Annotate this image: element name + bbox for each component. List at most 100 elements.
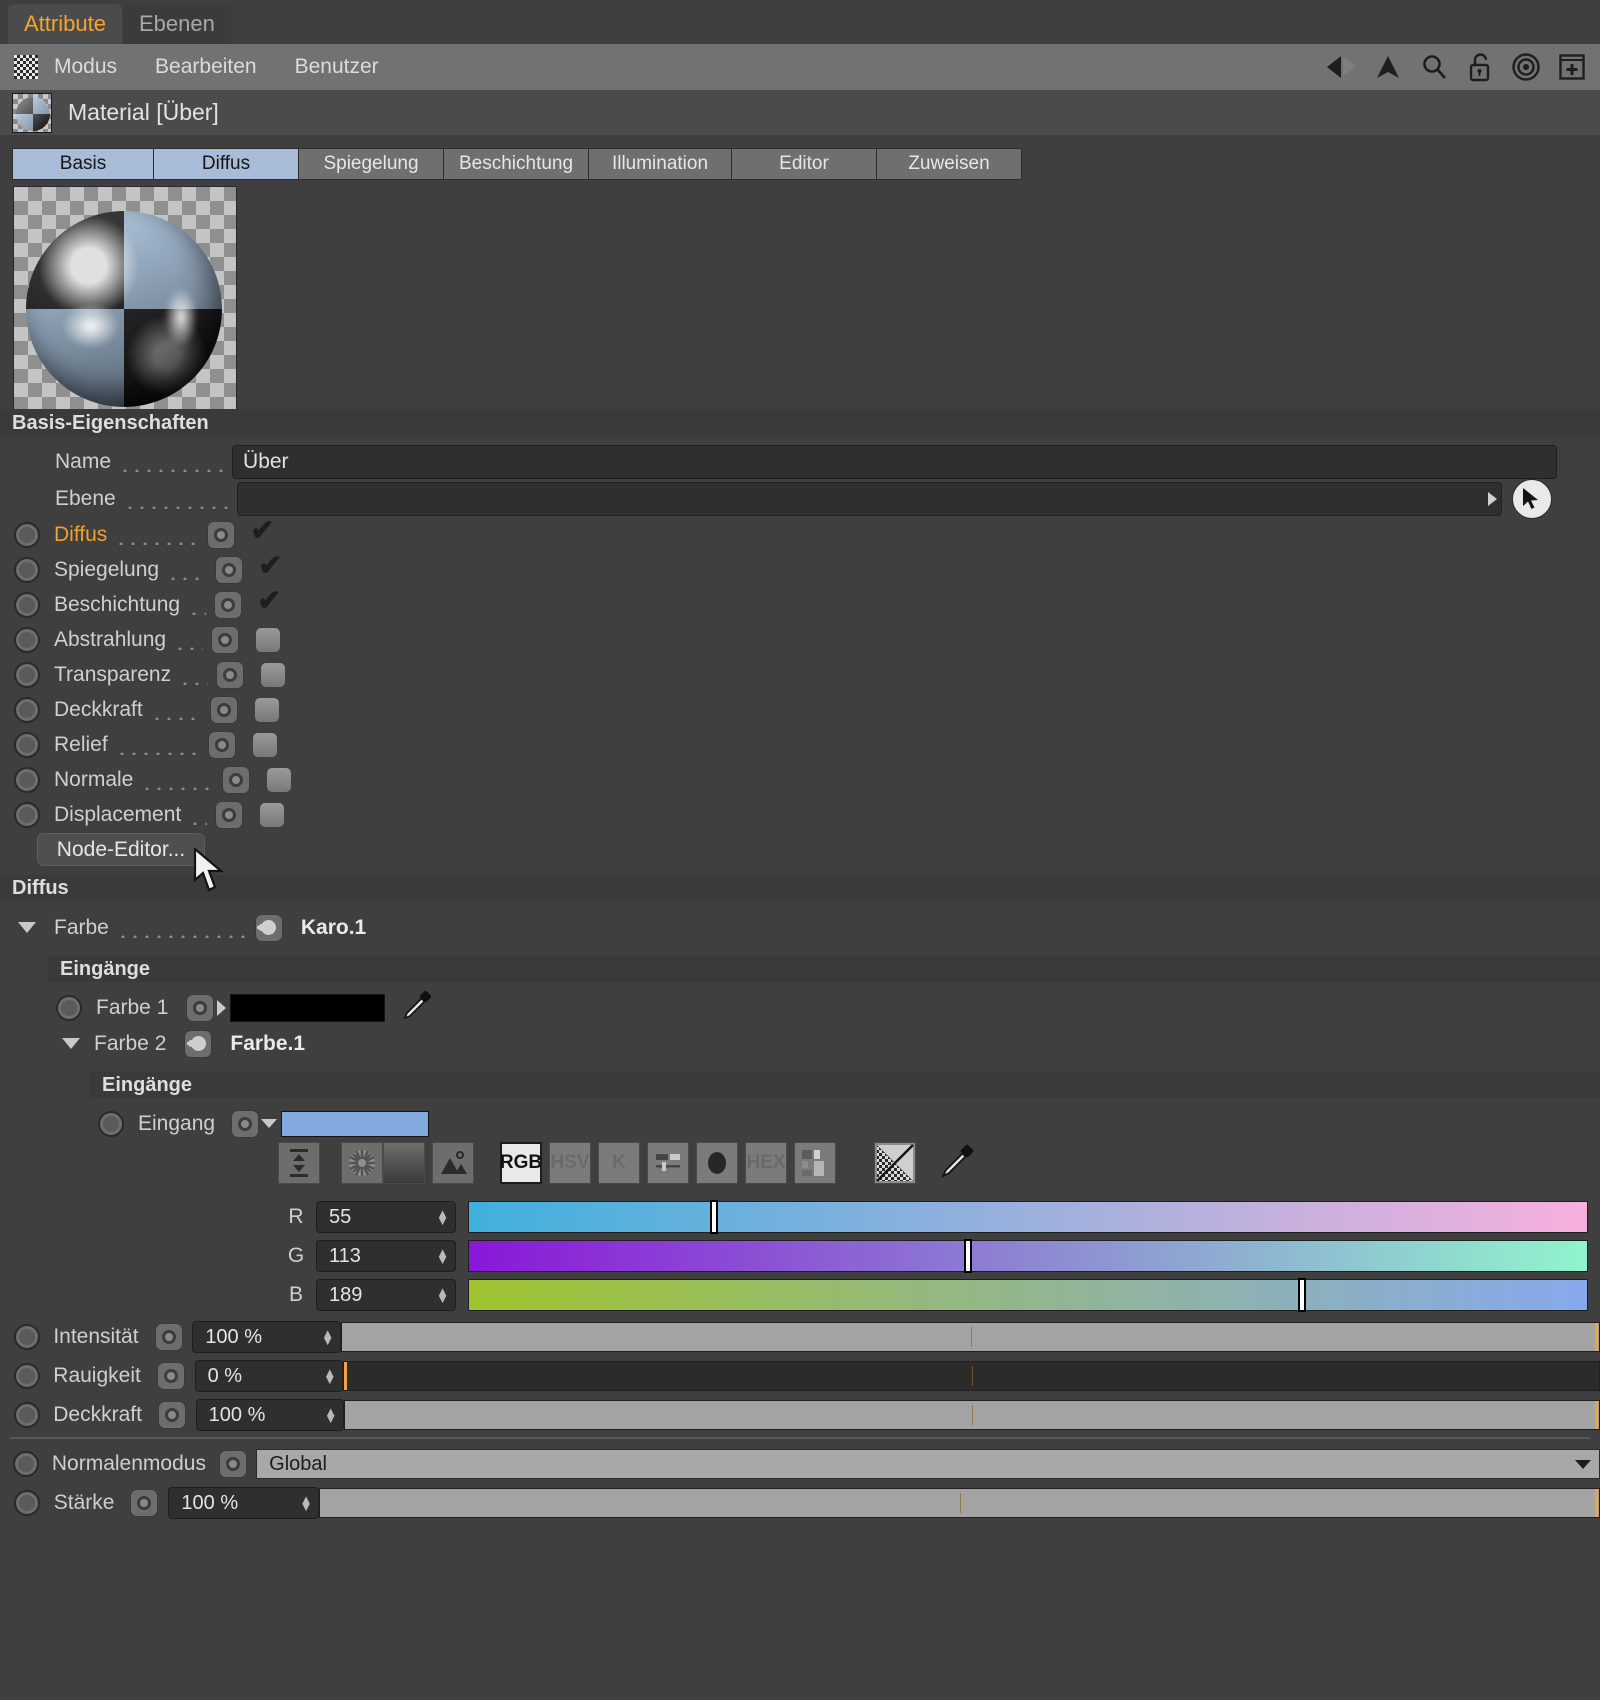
eingang-animation-dot[interactable] <box>98 1110 124 1137</box>
normalenmodus-animation-dot[interactable] <box>12 1451 39 1477</box>
color-wheel-icon[interactable] <box>341 1142 383 1184</box>
eyedropper-icon[interactable] <box>402 990 432 1025</box>
color-mode-hsv[interactable]: HSV <box>549 1142 591 1184</box>
channel-track-button[interactable] <box>216 660 245 689</box>
tab-editor[interactable]: Editor <box>731 148 877 180</box>
chevron-down-icon[interactable] <box>62 1038 80 1049</box>
param-slider[interactable] <box>343 1361 1600 1391</box>
farbe2-node-name[interactable]: Farbe.1 <box>230 1032 305 1056</box>
param-animation-dot[interactable] <box>13 1402 40 1428</box>
param-track-button[interactable] <box>154 1323 183 1351</box>
stepper-arrows-icon[interactable]: ▲ ▼ <box>300 1493 313 1513</box>
param-slider[interactable] <box>344 1400 1600 1430</box>
channel-animation-dot[interactable] <box>14 626 40 653</box>
gradient-icon[interactable] <box>383 1142 425 1184</box>
menu-item-bearbeiten[interactable]: Bearbeiten <box>155 55 257 79</box>
stepper-arrows-icon[interactable]: ▲ ▼ <box>321 1327 334 1347</box>
grip-checker-icon[interactable] <box>14 55 38 79</box>
menu-item-benutzer[interactable]: Benutzer <box>295 55 379 79</box>
channel-animation-dot[interactable] <box>14 521 40 548</box>
channel-checkbox[interactable] <box>250 513 276 548</box>
staerke-animation-dot[interactable] <box>13 1490 40 1516</box>
channel-checkbox[interactable] <box>261 662 286 687</box>
add-panel-icon[interactable] <box>1554 49 1590 85</box>
channel-animation-dot[interactable] <box>14 731 40 758</box>
farbe-node-link-button[interactable] <box>254 913 283 942</box>
pick-layer-cursor-icon[interactable] <box>1511 478 1552 519</box>
tab-basis[interactable]: Basis <box>12 148 154 180</box>
rgb-g-input[interactable]: 113 ▲ ▼ <box>316 1240 456 1272</box>
farbe1-track-button[interactable] <box>186 993 215 1022</box>
channel-animation-dot[interactable] <box>14 661 40 688</box>
param-track-button[interactable] <box>156 1362 185 1390</box>
mixer-sliders-icon[interactable] <box>647 1142 689 1184</box>
color-mode-hex[interactable]: HEX <box>745 1142 787 1184</box>
farbe2-node-link-button[interactable] <box>184 1029 213 1058</box>
chevron-down-icon[interactable] <box>261 1119 278 1128</box>
back-arrow-icon[interactable] <box>1324 49 1360 85</box>
eingang-color-swatch[interactable] <box>281 1110 430 1137</box>
eingang-track-button[interactable] <box>231 1109 260 1138</box>
filled-circle-icon[interactable] <box>696 1142 738 1184</box>
tab-beschichtung[interactable]: Beschichtung <box>443 148 589 180</box>
tab-diffus[interactable]: Diffus <box>153 148 299 180</box>
color-mode-k[interactable]: K <box>598 1142 640 1184</box>
channel-checkbox[interactable] <box>256 627 281 652</box>
channel-track-button[interactable] <box>207 520 236 549</box>
alpha-checker-icon[interactable] <box>874 1142 916 1184</box>
up-arrow-icon[interactable] <box>1370 49 1406 85</box>
channel-animation-dot[interactable] <box>14 801 40 828</box>
staerke-track-button[interactable] <box>130 1489 159 1517</box>
channel-animation-dot[interactable] <box>14 766 40 793</box>
channel-track-button[interactable] <box>222 765 251 794</box>
channel-checkbox[interactable] <box>260 802 285 827</box>
chevron-right-icon[interactable] <box>217 999 227 1016</box>
channel-track-button[interactable] <box>215 800 244 829</box>
tab-zuweisen[interactable]: Zuweisen <box>876 148 1022 180</box>
rgb-g-gradient[interactable] <box>468 1239 1588 1273</box>
staerke-slider[interactable] <box>319 1488 1600 1518</box>
rgb-r-input[interactable]: 55 ▲ ▼ <box>316 1201 456 1233</box>
channel-checkbox[interactable] <box>254 697 279 722</box>
tab-attribute[interactable]: Attribute <box>8 4 122 44</box>
staerke-input[interactable]: 100 % ▲ ▼ <box>168 1487 320 1519</box>
rgb-b-gradient[interactable] <box>468 1278 1588 1312</box>
param-animation-dot[interactable] <box>13 1363 40 1389</box>
param-input[interactable]: 100 % ▲ ▼ <box>192 1321 342 1353</box>
channel-track-button[interactable] <box>215 555 244 584</box>
menu-item-modus[interactable]: Modus <box>54 55 117 79</box>
target-icon[interactable] <box>1508 49 1544 85</box>
material-preview-sphere[interactable] <box>13 186 237 410</box>
channel-checkbox[interactable] <box>267 767 292 792</box>
channel-track-button[interactable] <box>209 695 238 724</box>
channel-track-button[interactable] <box>207 730 236 759</box>
compress-icon[interactable] <box>278 1142 320 1184</box>
channel-checkbox[interactable] <box>252 732 277 757</box>
stepper-arrows-icon[interactable]: ▲ ▼ <box>436 1285 449 1305</box>
channel-checkbox[interactable] <box>257 583 283 618</box>
farbe1-color-swatch[interactable] <box>230 993 386 1022</box>
channel-checkbox[interactable] <box>258 548 284 583</box>
color-mode-rgb[interactable]: RGB <box>500 1142 542 1184</box>
rgb-b-input[interactable]: 189 ▲ ▼ <box>316 1279 456 1311</box>
param-track-button[interactable] <box>157 1401 186 1429</box>
param-slider[interactable] <box>341 1322 1600 1352</box>
tab-illumination[interactable]: Illumination <box>588 148 732 180</box>
rgb-r-gradient[interactable] <box>468 1200 1588 1234</box>
channel-animation-dot[interactable] <box>14 591 40 618</box>
stepper-arrows-icon[interactable]: ▲ ▼ <box>323 1366 336 1386</box>
material-sphere-icon[interactable] <box>12 92 52 133</box>
eyedropper-icon[interactable] <box>940 1144 974 1183</box>
chevron-down-icon[interactable] <box>18 922 36 933</box>
param-input[interactable]: 0 % ▲ ▼ <box>194 1360 344 1392</box>
stepper-arrows-icon[interactable]: ▲ ▼ <box>436 1246 449 1266</box>
ebene-input[interactable] <box>236 481 1502 516</box>
channel-track-button[interactable] <box>211 625 240 654</box>
normalenmodus-track-button[interactable] <box>218 1450 247 1478</box>
normalenmodus-dropdown[interactable]: Global <box>256 1449 1600 1479</box>
tab-spiegelung[interactable]: Spiegelung <box>298 148 444 180</box>
image-picker-icon[interactable] <box>432 1142 474 1184</box>
channel-animation-dot[interactable] <box>14 696 40 723</box>
channel-animation-dot[interactable] <box>14 556 40 583</box>
stepper-arrows-icon[interactable]: ▲ ▼ <box>324 1405 337 1425</box>
